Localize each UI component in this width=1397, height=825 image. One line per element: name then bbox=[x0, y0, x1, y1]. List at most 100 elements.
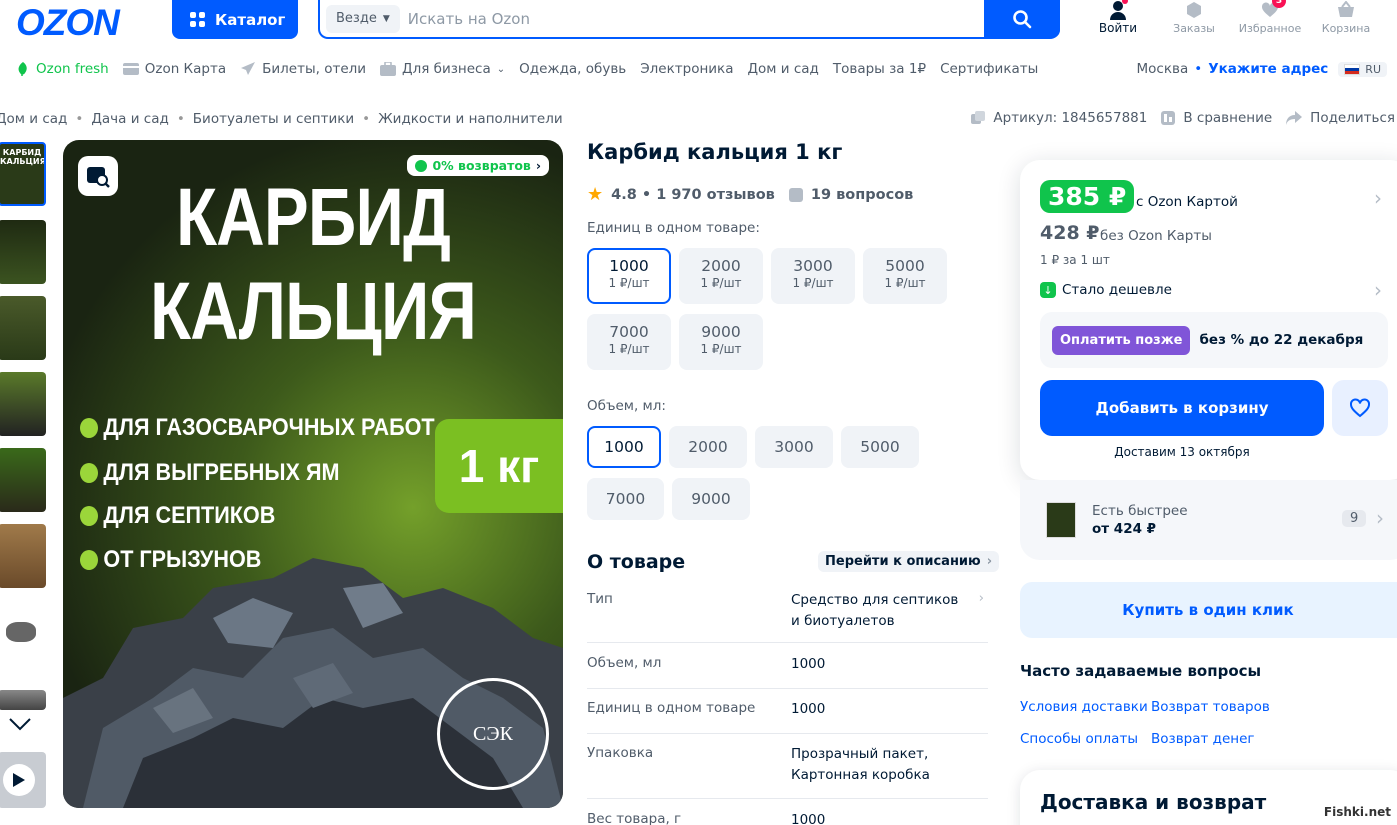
basket-icon bbox=[1338, 1, 1354, 17]
nav-electronics[interactable]: Электроника bbox=[640, 61, 733, 77]
nav-label: Сертификаты bbox=[940, 61, 1039, 77]
ru-flag-icon bbox=[1344, 63, 1361, 75]
weight-tag: 1 кг bbox=[435, 419, 563, 513]
gallery-scroll-down[interactable] bbox=[8, 716, 32, 735]
faq-link-delivery[interactable]: Условия доставки bbox=[1020, 699, 1148, 715]
chevron-right-icon: › bbox=[535, 158, 541, 173]
add-to-favorites-button[interactable] bbox=[1332, 380, 1388, 436]
gallery-thumbnail[interactable] bbox=[0, 296, 46, 360]
nav-ozon-card[interactable]: Ozon Карта bbox=[122, 61, 226, 77]
pay-later-row[interactable]: Оплатить позже без % до 22 декабря bbox=[1040, 312, 1388, 368]
arrow-down-icon: ↓ bbox=[1040, 282, 1056, 298]
ozon-logo[interactable]: OZON bbox=[16, 2, 120, 44]
dot-separator: • bbox=[1194, 61, 1203, 77]
spec-value[interactable]: Средство для септиков и биотуалетов bbox=[791, 590, 967, 632]
gallery-thumbnail[interactable]: КАРБИД КАЛЬЦИЯ bbox=[0, 142, 46, 206]
seal-text: СЭК bbox=[473, 722, 513, 745]
search-input[interactable] bbox=[407, 9, 984, 28]
pay-later-button[interactable]: Оплатить позже bbox=[1052, 325, 1191, 355]
sku-copy[interactable]: Артикул: 1845657881 bbox=[971, 110, 1147, 126]
breadcrumb-item[interactable]: Жидкости и наполнители bbox=[378, 111, 562, 127]
address-link[interactable]: Укажите адрес bbox=[1208, 61, 1328, 77]
nav-label: Электроника bbox=[640, 61, 734, 77]
faster-delivery-row[interactable]: Есть быстрее от 424 ₽ 9 › bbox=[1020, 480, 1397, 560]
search-scope-label: Везде bbox=[336, 11, 377, 26]
option-value: 5000 bbox=[885, 257, 925, 275]
language-switch[interactable]: RU bbox=[1338, 61, 1387, 77]
volume-option[interactable]: 1000 bbox=[587, 426, 661, 468]
option-price: 1 ₽/шт bbox=[884, 276, 926, 290]
login-button[interactable]: Войти bbox=[1086, 0, 1150, 40]
spec-row: Тип Средство для септиков и биотуалетов … bbox=[587, 590, 988, 643]
hero-bullet-text: ДЛЯ СЕПТИКОВ bbox=[103, 502, 276, 529]
spec-value: 1000 bbox=[791, 812, 826, 825]
favorites-button[interactable]: 3 Избранное bbox=[1238, 0, 1302, 40]
product-main-image[interactable]: 0% возвратов › КАРБИД КАЛЬЦИЯ ДЛЯ ГАЗОСВ… bbox=[63, 140, 563, 808]
option-value: 2000 bbox=[701, 257, 741, 275]
buy-one-click-button[interactable]: Купить в один клик bbox=[1020, 582, 1397, 638]
chevron-right-icon[interactable]: › bbox=[1374, 186, 1382, 210]
hero-title-line1: КАРБИД bbox=[175, 172, 451, 263]
volume-option[interactable]: 5000 bbox=[841, 426, 919, 468]
spec-value: 1000 bbox=[791, 656, 826, 672]
video-thumbnail[interactable] bbox=[0, 752, 46, 808]
add-to-cart-button[interactable]: Добавить в корзину bbox=[1040, 380, 1324, 436]
nav-one-ruble[interactable]: Товары за 1₽ bbox=[833, 61, 926, 77]
nav-home-garden[interactable]: Дом и сад bbox=[747, 61, 818, 77]
price-drop-row[interactable]: ↓ Стало дешевле bbox=[1040, 282, 1172, 298]
briefcase-icon bbox=[380, 62, 397, 76]
breadcrumb-item[interactable]: Биотуалеты и септики bbox=[193, 111, 354, 127]
image-search-icon bbox=[87, 167, 110, 188]
nav-tickets[interactable]: Билеты, отели bbox=[240, 61, 366, 77]
gallery-thumbnail[interactable] bbox=[0, 600, 46, 664]
box-icon bbox=[1187, 2, 1201, 18]
catalog-button[interactable]: Каталог bbox=[172, 0, 298, 39]
gallery-thumbnail[interactable] bbox=[0, 448, 46, 512]
volume-option[interactable]: 7000 bbox=[587, 478, 664, 520]
orders-button[interactable]: Заказы bbox=[1162, 0, 1226, 40]
questions-link[interactable]: 19 вопросов bbox=[811, 187, 913, 203]
units-option[interactable]: 5000 1 ₽/шт bbox=[863, 248, 947, 304]
units-option[interactable]: 2000 1 ₽/шт bbox=[679, 248, 763, 304]
nav-certificates[interactable]: Сертификаты bbox=[940, 61, 1038, 77]
units-option[interactable]: 9000 1 ₽/шт bbox=[679, 314, 763, 370]
units-option[interactable]: 3000 1 ₽/шт bbox=[771, 248, 855, 304]
faq-link-refund[interactable]: Возврат денег bbox=[1151, 731, 1255, 747]
brand-seal: СЭК bbox=[437, 678, 549, 790]
reviews-link[interactable]: 4.8 • 1 970 отзывов bbox=[611, 187, 775, 203]
volume-option[interactable]: 2000 bbox=[669, 426, 747, 468]
breadcrumb-item[interactable]: Дом и сад bbox=[0, 111, 67, 127]
gallery-thumbnail[interactable] bbox=[0, 524, 46, 588]
gallery-thumbnail[interactable] bbox=[0, 690, 46, 710]
share-button[interactable]: Поделиться bbox=[1286, 110, 1395, 126]
faster-price: от 424 ₽ bbox=[1092, 521, 1157, 537]
city-label[interactable]: Москва bbox=[1137, 61, 1189, 77]
cart-button[interactable]: Корзина bbox=[1314, 0, 1378, 40]
units-option[interactable]: 1000 1 ₽/шт bbox=[587, 248, 671, 304]
search-button[interactable] bbox=[984, 0, 1060, 38]
about-title: О товаре bbox=[587, 551, 686, 573]
faq-link-returns[interactable]: Возврат товаров bbox=[1151, 699, 1270, 715]
nav-business[interactable]: Для бизнеса ⌄ bbox=[380, 61, 505, 77]
volume-option[interactable]: 3000 bbox=[755, 426, 833, 468]
share-label: Поделиться bbox=[1310, 110, 1395, 126]
nav-clothes[interactable]: Одежда, обувь bbox=[519, 61, 626, 77]
hero-bullet: ДЛЯ ВЫГРЕБНЫХ ЯМ bbox=[80, 459, 339, 487]
returns-badge-label: 0% возвратов bbox=[432, 158, 531, 173]
faq-link-payment[interactable]: Способы оплаты bbox=[1020, 731, 1138, 747]
login-label: Войти bbox=[1098, 21, 1138, 35]
faster-title: Есть быстрее bbox=[1092, 503, 1188, 519]
gallery-thumbnail[interactable] bbox=[0, 372, 46, 436]
gallery-thumbnail[interactable] bbox=[0, 220, 46, 284]
go-to-description-link[interactable]: Перейти к описанию › bbox=[818, 551, 1000, 572]
ozon-card-price[interactable]: 385 ₽ bbox=[1040, 180, 1135, 213]
volume-option[interactable]: 9000 bbox=[672, 478, 750, 520]
breadcrumb-item[interactable]: Дача и сад bbox=[91, 111, 168, 127]
units-option[interactable]: 7000 1 ₽/шт bbox=[587, 314, 671, 370]
search-scope-select[interactable]: Везде ▼ bbox=[326, 4, 400, 33]
nav-ozon-fresh[interactable]: Ozon fresh bbox=[16, 61, 109, 77]
compare-button[interactable]: В сравнение bbox=[1161, 110, 1272, 126]
spec-key: Объем, мл bbox=[587, 655, 662, 671]
spec-row: Единиц в одном товаре 1000 bbox=[587, 699, 988, 734]
option-price: 1 ₽/шт bbox=[608, 342, 650, 356]
